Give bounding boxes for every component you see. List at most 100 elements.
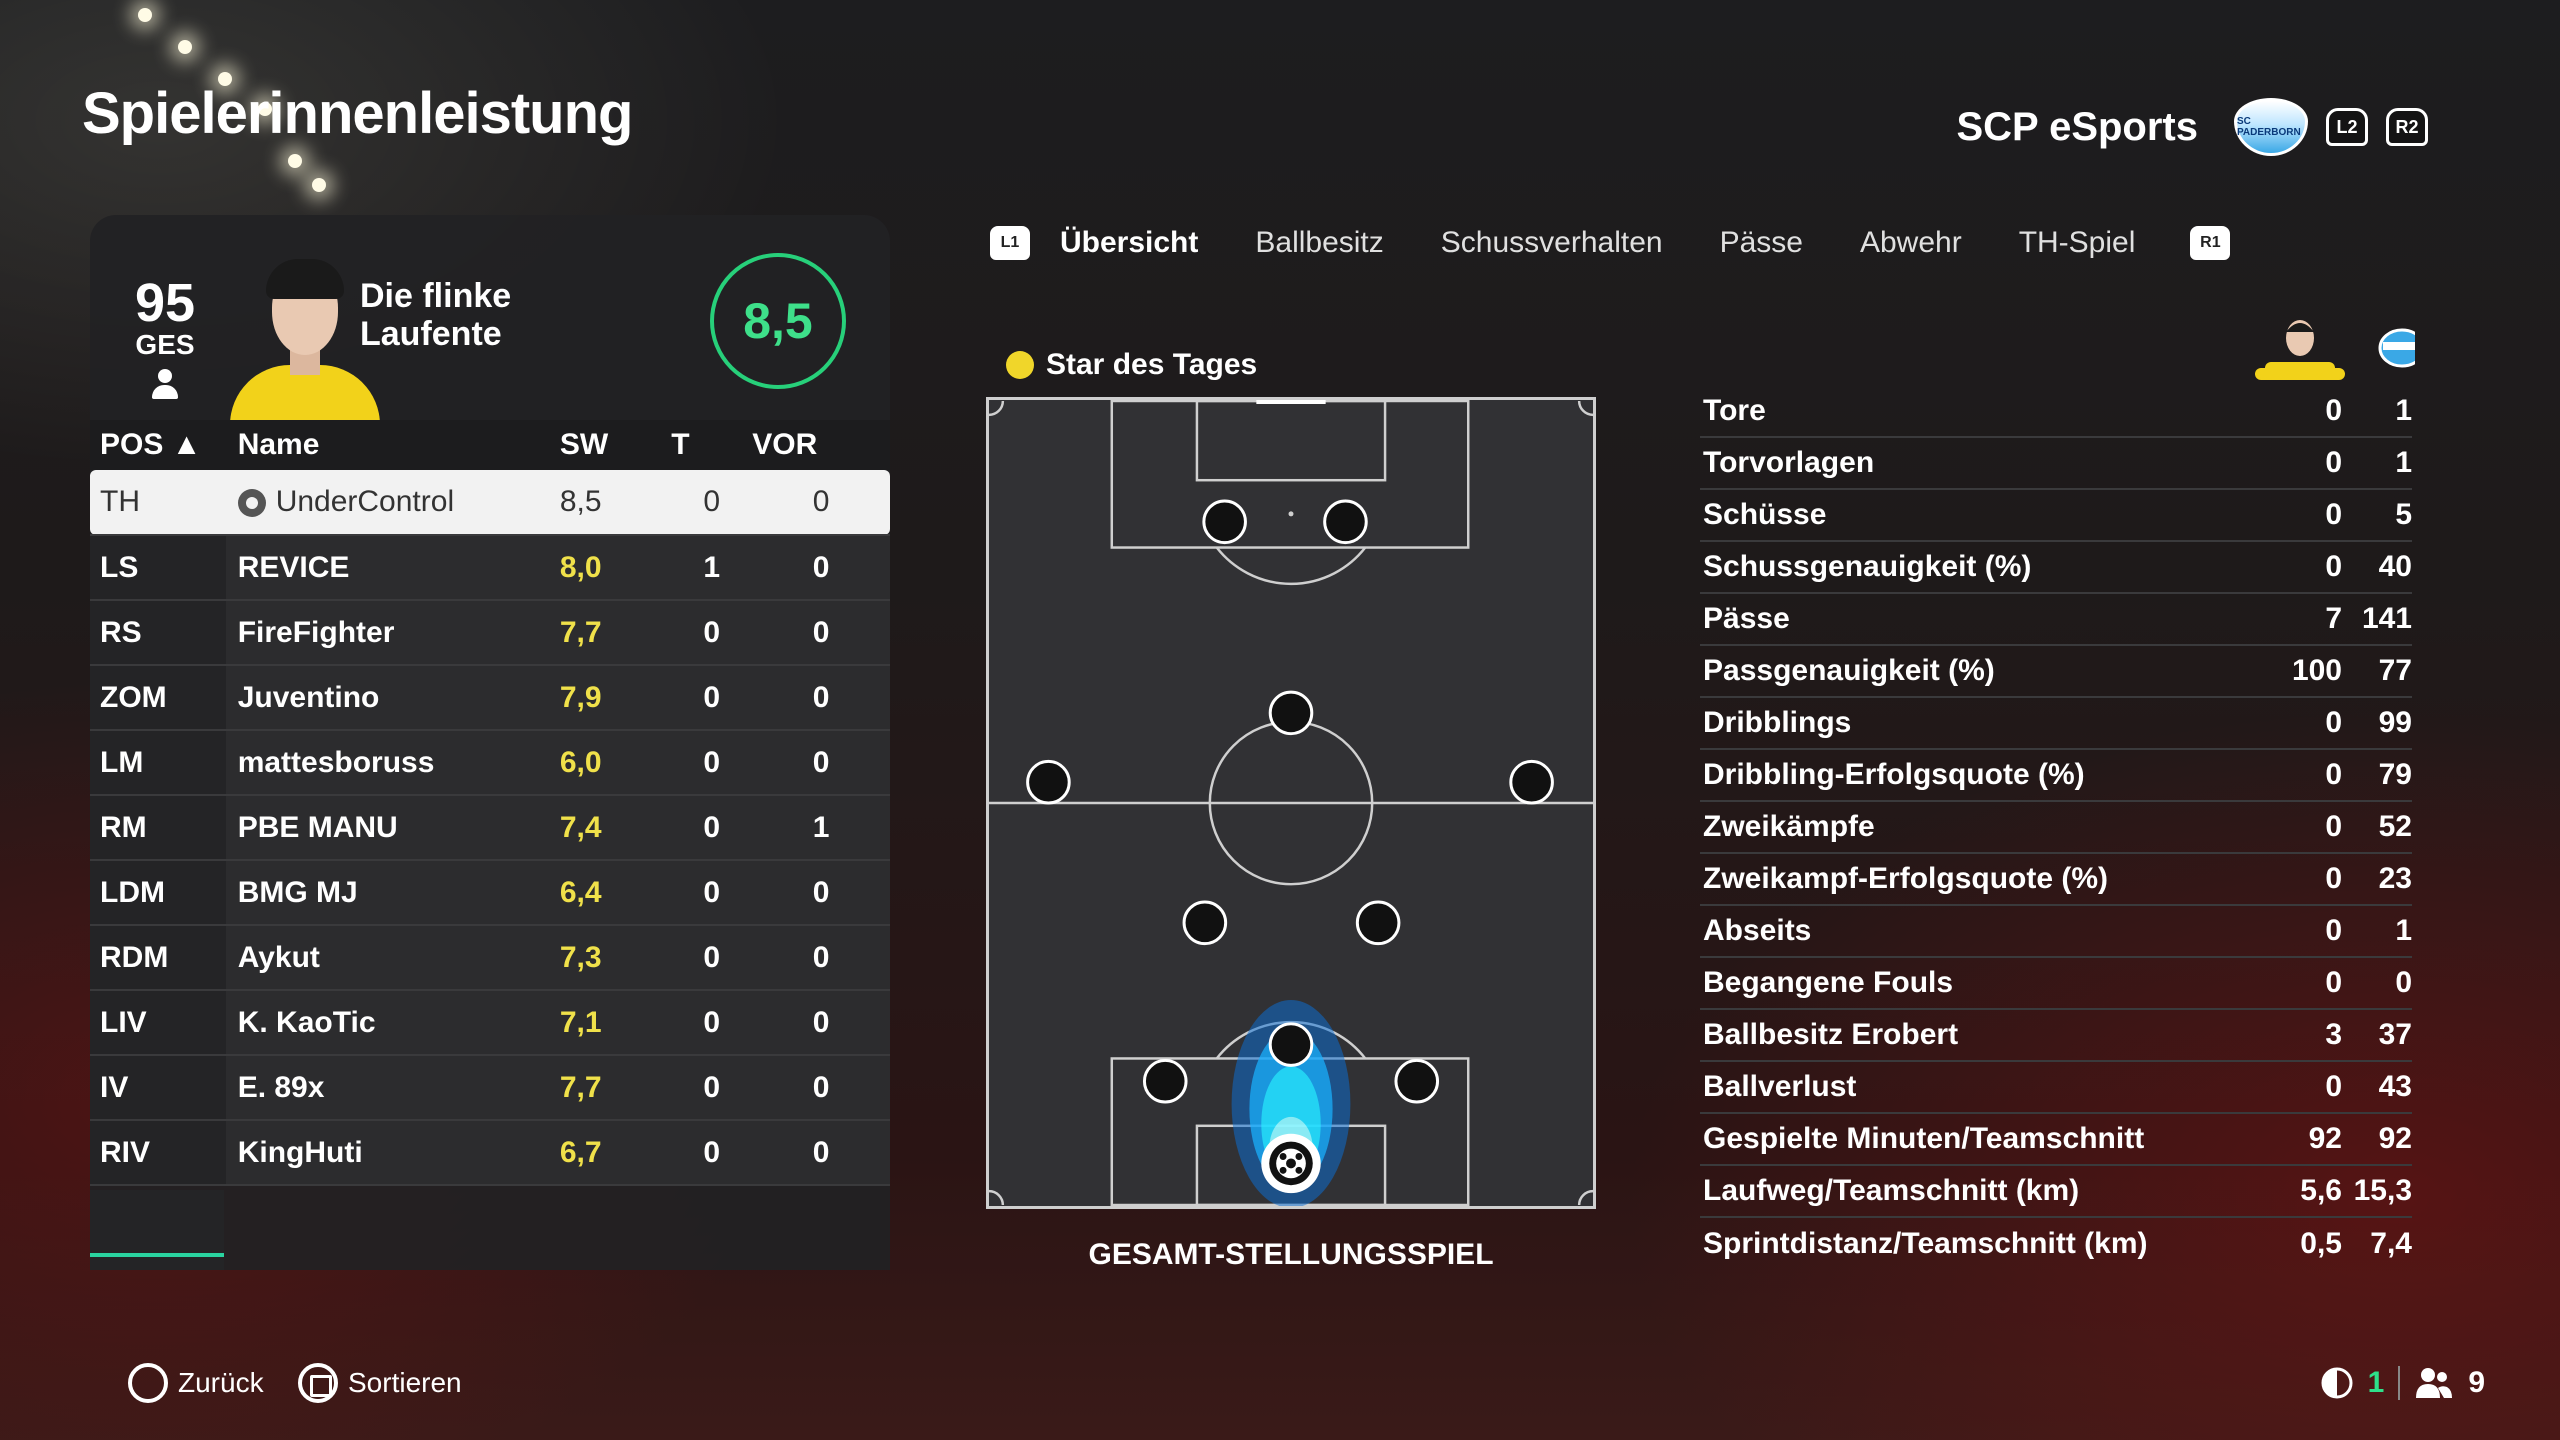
table-row[interactable]: RDM Aykut 7,3 0 0	[90, 925, 890, 991]
row-assists: 0	[752, 1120, 890, 1186]
stats-table: Tore 0 1 Torvorlagen 0 1 Schüsse 0 5 Schussgen…	[1700, 386, 2412, 1270]
row-assists: 0	[752, 925, 890, 991]
table-row[interactable]: LS REVICE 8,0 1 0	[90, 535, 890, 601]
player-list-panel: 95 GES Die flinke Laufente 8,5 POS ▲ Nam…	[90, 215, 890, 1270]
row-position: TH	[90, 470, 226, 536]
tab-uebersicht[interactable]: Übersicht	[1060, 226, 1198, 260]
player-marker-rm	[1509, 759, 1554, 805]
corner-arc	[989, 1189, 1005, 1206]
player-marker-rs	[1323, 499, 1368, 545]
r1-button-icon[interactable]: R1	[2190, 226, 2231, 260]
stat-row: Ballverlust 0 43	[1700, 1062, 2412, 1114]
row-rating: 7,4	[559, 795, 672, 861]
divider	[2398, 1366, 2401, 1400]
player-mini-portrait-icon	[2255, 320, 2345, 380]
overall-rating: 95 GES	[122, 273, 208, 399]
row-player-name: E. 89x	[225, 1055, 560, 1121]
r2-button-icon[interactable]: R2	[2386, 108, 2428, 146]
row-rating: 6,4	[559, 860, 672, 926]
table-row[interactable]: LDM BMG MJ 6,4 0 0	[90, 860, 890, 926]
row-rating: 6,0	[559, 730, 672, 796]
row-player-name: BMG MJ	[225, 860, 560, 926]
column-header-vor[interactable]: VOR	[752, 420, 890, 470]
column-header-t[interactable]: T	[671, 420, 753, 470]
stat-row: Dribbling-Erfolgsquote (%) 0 79	[1700, 750, 2412, 802]
stat-row: Begangene Fouls 0 0	[1700, 958, 2412, 1010]
top-penalty-arc	[1215, 546, 1367, 586]
row-goals: 0	[671, 990, 753, 1056]
player-marker-th	[1261, 1133, 1321, 1194]
stat-row: Tore 0 1	[1700, 386, 2412, 438]
player-card: 95 GES Die flinke Laufente 8,5	[90, 215, 890, 420]
player-marker-liv	[1142, 1058, 1188, 1104]
row-goals: 0	[671, 860, 753, 926]
player-marker-lm	[1026, 759, 1071, 805]
stat-row: Dribblings 0 99	[1700, 698, 2412, 750]
table-row[interactable]: LIV K. KaoTic 7,1 0 0	[90, 990, 890, 1056]
row-player-name: UnderControl	[275, 485, 455, 518]
row-rating: 8,0	[559, 535, 672, 601]
corner-arc	[989, 400, 1005, 417]
stat-row: Schüsse 0 5	[1700, 490, 2412, 542]
table-row[interactable]: RIV KingHuti 6,7 0 0	[90, 1120, 890, 1186]
player-nickname: Die flinke Laufente	[360, 277, 512, 353]
row-player-name: K. KaoTic	[225, 990, 560, 1056]
team-name: SCP eSports	[1956, 104, 2198, 149]
row-rating: 8,5	[559, 470, 672, 536]
row-assists: 0	[752, 860, 890, 926]
player-marker-iv	[1268, 1022, 1314, 1067]
users-count: 9	[2468, 1366, 2485, 1399]
star-of-the-day: Star des Tages	[1006, 348, 1257, 382]
row-assists: 1	[752, 795, 890, 861]
row-goals: 0	[671, 470, 753, 536]
tab-abwehr[interactable]: Abwehr	[1860, 226, 1962, 260]
row-rating: 7,3	[559, 925, 672, 991]
row-rating: 7,7	[559, 600, 672, 666]
row-rating: 7,9	[559, 665, 672, 731]
stat-row: Torvorlagen 0 1	[1700, 438, 2412, 490]
row-position: LIV	[90, 990, 226, 1056]
row-goals: 0	[671, 795, 753, 861]
l1-button-icon[interactable]: L1	[990, 226, 1030, 260]
table-row[interactable]: ZOM Juventino 7,9 0 0	[90, 665, 890, 731]
users-icon	[2416, 1368, 2453, 1398]
match-rating-circle: 8,5	[710, 253, 846, 389]
table-row[interactable]: RS FireFighter 7,7 0 0	[90, 600, 890, 666]
overall-number: 95	[134, 273, 196, 333]
row-position: LM	[90, 730, 226, 796]
tab-ballbesitz[interactable]: Ballbesitz	[1255, 226, 1383, 260]
column-header-sw[interactable]: SW	[559, 420, 672, 470]
column-header-name[interactable]: Name	[225, 420, 560, 470]
stat-row: Abseits 0 1	[1700, 906, 2412, 958]
tab-paesse[interactable]: Pässe	[1720, 226, 1803, 260]
back-label: Zurück	[178, 1367, 264, 1398]
table-row[interactable]: IV E. 89x 7,7 0 0	[90, 1055, 890, 1121]
row-position: RIV	[90, 1120, 226, 1186]
table-row[interactable]: TH UnderControl 8,5 0 0	[90, 470, 890, 536]
row-assists: 0	[752, 600, 890, 666]
stats-tab-bar: L1 Übersicht Ballbesitz Schussverhalten …	[990, 226, 2231, 260]
table-row[interactable]: LM mattesboruss 6,0 0 0	[90, 730, 890, 796]
row-player-name: mattesboruss	[225, 730, 560, 796]
stat-row: Pässe 7 141	[1700, 594, 2412, 646]
row-assists: 0	[752, 990, 890, 1056]
player-marker-riv	[1394, 1058, 1440, 1104]
row-position: LDM	[90, 860, 226, 926]
column-header-pos[interactable]: POS ▲	[90, 420, 226, 470]
row-position: IV	[90, 1055, 226, 1121]
stat-row: Zweikampf-Erfolgsquote (%) 0 23	[1700, 854, 2412, 906]
sort-button[interactable]: Sortieren	[298, 1363, 462, 1403]
top-goal-area	[1195, 400, 1387, 482]
row-player-name: PBE MANU	[225, 795, 560, 861]
table-row[interactable]: RM PBE MANU 7,4 0 1	[90, 795, 890, 861]
row-player-name: KingHuti	[225, 1120, 560, 1186]
tab-schussverhalten[interactable]: Schussverhalten	[1441, 226, 1663, 260]
l2-button-icon[interactable]: L2	[2326, 108, 2368, 146]
back-button[interactable]: Zurück	[128, 1363, 264, 1403]
team-header: SCP eSports SC PADERBORN L2 R2	[1956, 98, 2560, 156]
row-goals: 0	[671, 1120, 753, 1186]
corner-arc	[1577, 400, 1593, 417]
row-position: RS	[90, 600, 226, 666]
row-position: LS	[90, 535, 226, 601]
tab-th-spiel[interactable]: TH-Spiel	[2019, 226, 2136, 260]
